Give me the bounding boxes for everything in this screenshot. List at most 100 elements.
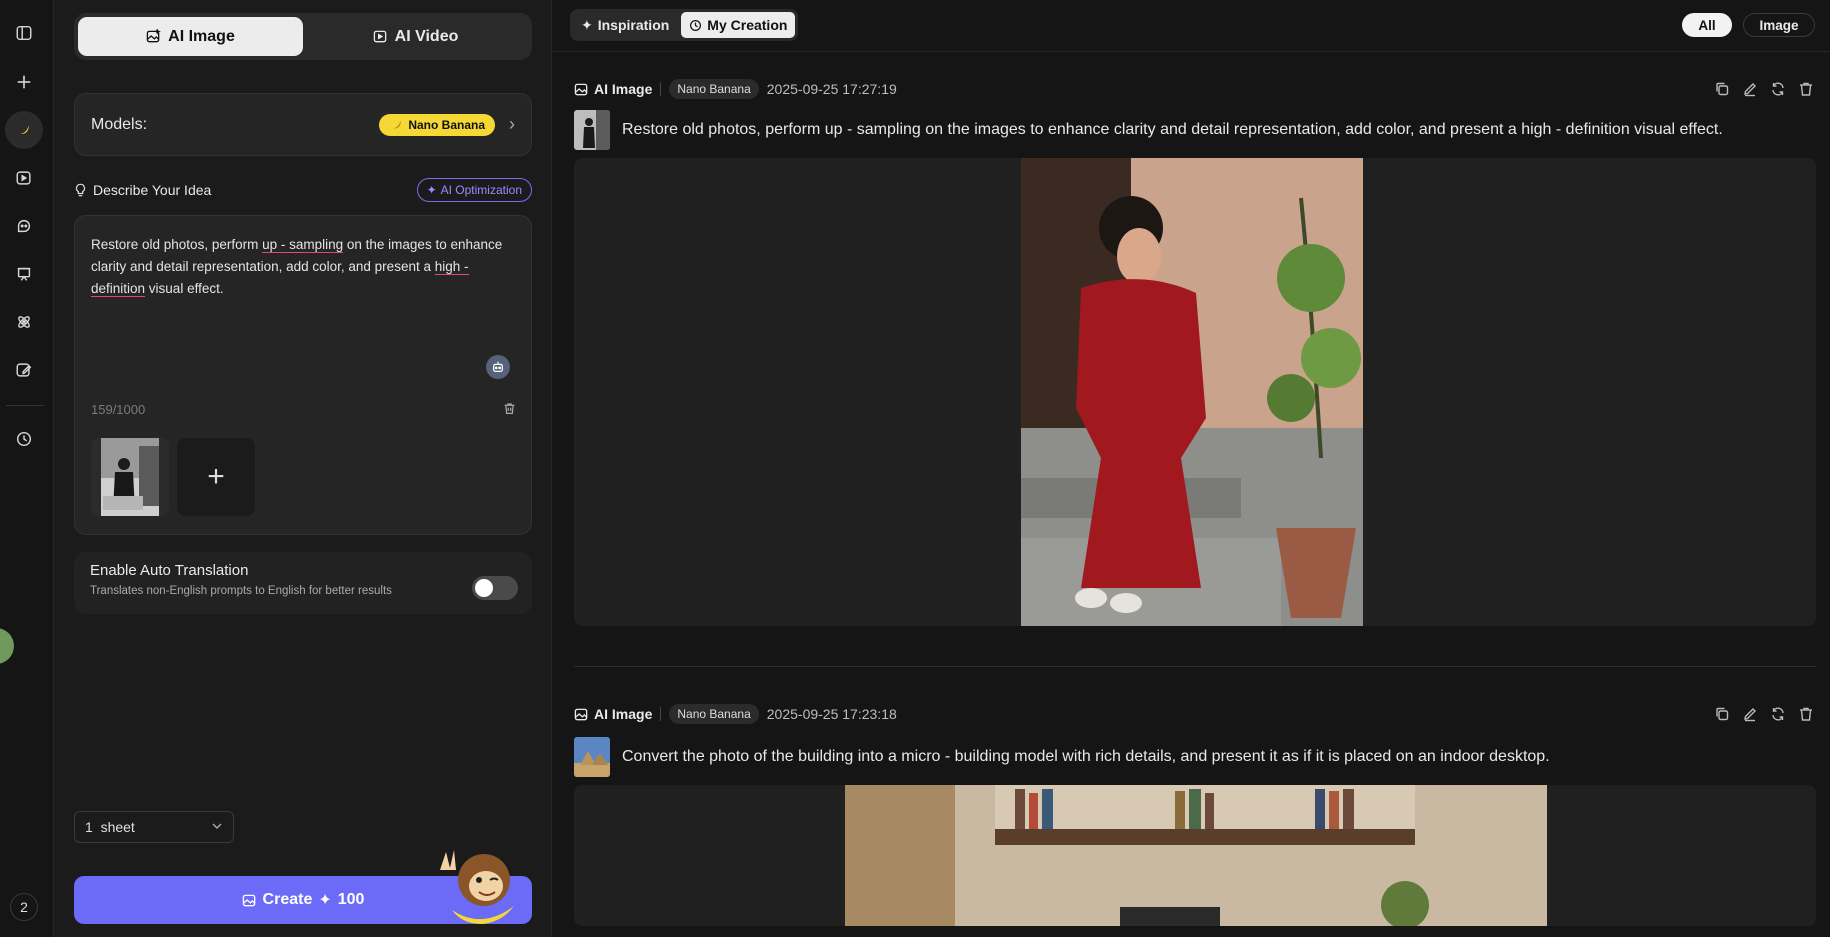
tab-inspiration-label: Inspiration (597, 17, 670, 33)
chat-sparkle-icon[interactable] (8, 210, 40, 242)
add-image-button[interactable]: + (177, 438, 255, 516)
regenerate-icon[interactable] (1770, 81, 1786, 97)
image-icon (242, 894, 255, 906)
model-tag: Nano Banana (669, 704, 759, 724)
card-prompt-text: Restore old photos, perform up - samplin… (622, 121, 1723, 138)
tab-inspiration[interactable]: ✦ Inspiration (573, 12, 677, 38)
atom-icon[interactable] (8, 306, 40, 338)
results-topbar: ✦ Inspiration My Creation All Image (552, 0, 1830, 52)
idea-header: Describe Your Idea ✦ AI Optimization (74, 178, 532, 202)
generation-panel: AI Image AI Video Models: Nano Banana › … (54, 0, 552, 937)
regenerate-icon[interactable] (1770, 706, 1786, 722)
lightbulb-icon (75, 183, 86, 197)
sparkle-icon: ✦ (426, 183, 437, 197)
card-header: AI Image Nano Banana 2025-09-25 17:27:19 (574, 77, 1814, 101)
banana-icon (391, 120, 401, 128)
chevron-down-icon (211, 820, 223, 835)
tab-ai-image-label: AI Image (168, 27, 235, 45)
source-thumbnail[interactable] (574, 110, 610, 150)
card-prompt-text: Convert the photo of the building into a… (622, 748, 1550, 765)
notification-count-badge[interactable]: 2 (10, 893, 38, 921)
model-tag: Nano Banana (669, 79, 759, 99)
ai-optimization-label: AI Optimization (440, 183, 522, 197)
video-create-icon[interactable] (8, 162, 40, 194)
edit-pencil-icon[interactable] (1742, 706, 1758, 722)
divider (660, 82, 662, 96)
trash-icon[interactable] (1798, 706, 1814, 722)
card-header: AI Image Nano Banana 2025-09-25 17:23:18 (574, 702, 1814, 726)
card-type-label: AI Image (594, 706, 653, 722)
prompt-textarea[interactable]: Restore old photos, perform up - samplin… (74, 215, 532, 535)
generated-image-container[interactable] (574, 785, 1816, 926)
auto-translation-card: Enable Auto Translation Translates non-E… (74, 552, 532, 614)
model-badge: Nano Banana (379, 113, 495, 136)
chevron-right-icon: › (509, 114, 515, 134)
edit-pencil-icon[interactable] (1742, 81, 1758, 97)
spellcheck-underline: up - sampling (262, 237, 344, 253)
card-actions (1714, 706, 1814, 722)
timestamp: 2025-09-25 17:23:18 (766, 706, 897, 722)
image-icon (574, 708, 588, 720)
card-type: AI Image (574, 706, 652, 722)
presentation-icon[interactable] (8, 258, 40, 290)
image-icon (574, 83, 588, 95)
source-thumbnail[interactable] (574, 737, 610, 777)
rail-divider (6, 405, 44, 406)
uploaded-image-thumbnail[interactable] (91, 438, 169, 516)
auto-translation-toggle[interactable] (472, 576, 518, 600)
create-cost: 100 (337, 891, 365, 908)
robot-icon[interactable] (486, 355, 510, 379)
generated-image-restored-portrait[interactable] (1021, 158, 1363, 626)
copy-icon[interactable] (1714, 706, 1730, 722)
card-prompt-row: Restore old photos, perform up - samplin… (574, 110, 1814, 150)
mode-tabs: AI Image AI Video (74, 13, 532, 60)
tab-my-creation-label: My Creation (707, 17, 788, 33)
clear-trash-icon[interactable] (503, 402, 516, 420)
clock-icon (690, 19, 702, 31)
generated-image-container[interactable] (574, 158, 1816, 626)
sheet-count-value: 1 sheet (85, 819, 135, 835)
sidebar-toggle-icon[interactable] (8, 17, 40, 49)
avatar[interactable] (0, 628, 14, 664)
card-type-label: AI Image (594, 81, 653, 97)
prompt-text[interactable]: Restore old photos, perform up - samplin… (91, 234, 511, 300)
tab-ai-video-label: AI Video (394, 27, 459, 45)
tab-my-creation[interactable]: My Creation (681, 12, 796, 38)
tab-ai-video[interactable]: AI Video (303, 17, 528, 56)
image-icon (146, 29, 162, 43)
card-actions (1714, 81, 1814, 97)
card-type: AI Image (574, 81, 652, 97)
card-prompt-row: Convert the photo of the building into a… (574, 737, 1814, 777)
icon-rail: 2 (0, 0, 54, 937)
card-divider (574, 666, 1816, 667)
tab-ai-image[interactable]: AI Image (78, 17, 303, 56)
trash-icon[interactable] (1798, 81, 1814, 97)
new-plus-icon[interactable] (8, 66, 40, 98)
sparkle-icon: ✦ (581, 16, 593, 33)
translation-subtitle: Translates non-English prompts to Englis… (90, 585, 392, 597)
banana-moon-icon[interactable] (5, 111, 43, 149)
idea-label: Describe Your Idea (74, 182, 417, 198)
generated-image-micro-building-model[interactable] (845, 785, 1547, 926)
copy-icon[interactable] (1714, 81, 1730, 97)
edit-image-icon[interactable] (8, 354, 40, 386)
ai-optimization-button[interactable]: ✦ AI Optimization (416, 178, 532, 202)
view-tabs: ✦ Inspiration My Creation (570, 9, 799, 41)
idea-label-text: Describe Your Idea (93, 182, 212, 198)
credit-star-icon: ✦ (318, 892, 332, 909)
create-label: Create (262, 891, 313, 908)
translation-title: Enable Auto Translation (90, 562, 249, 579)
filter-image[interactable]: Image (1743, 13, 1815, 37)
model-selector[interactable]: Models: Nano Banana › (74, 93, 532, 156)
character-counter: 159/1000 (91, 402, 146, 417)
filter-all[interactable]: All (1682, 13, 1732, 37)
video-icon (373, 30, 386, 43)
results-area: ✦ Inspiration My Creation All Image AI I… (552, 0, 1830, 937)
model-name: Nano Banana (408, 117, 485, 132)
models-label: Models: (91, 115, 148, 133)
monkey-mascot-icon (440, 850, 514, 924)
timestamp: 2025-09-25 17:27:19 (766, 81, 897, 97)
history-clock-icon[interactable] (8, 423, 40, 455)
divider (660, 707, 662, 721)
sheet-count-select[interactable]: 1 sheet (74, 811, 234, 843)
